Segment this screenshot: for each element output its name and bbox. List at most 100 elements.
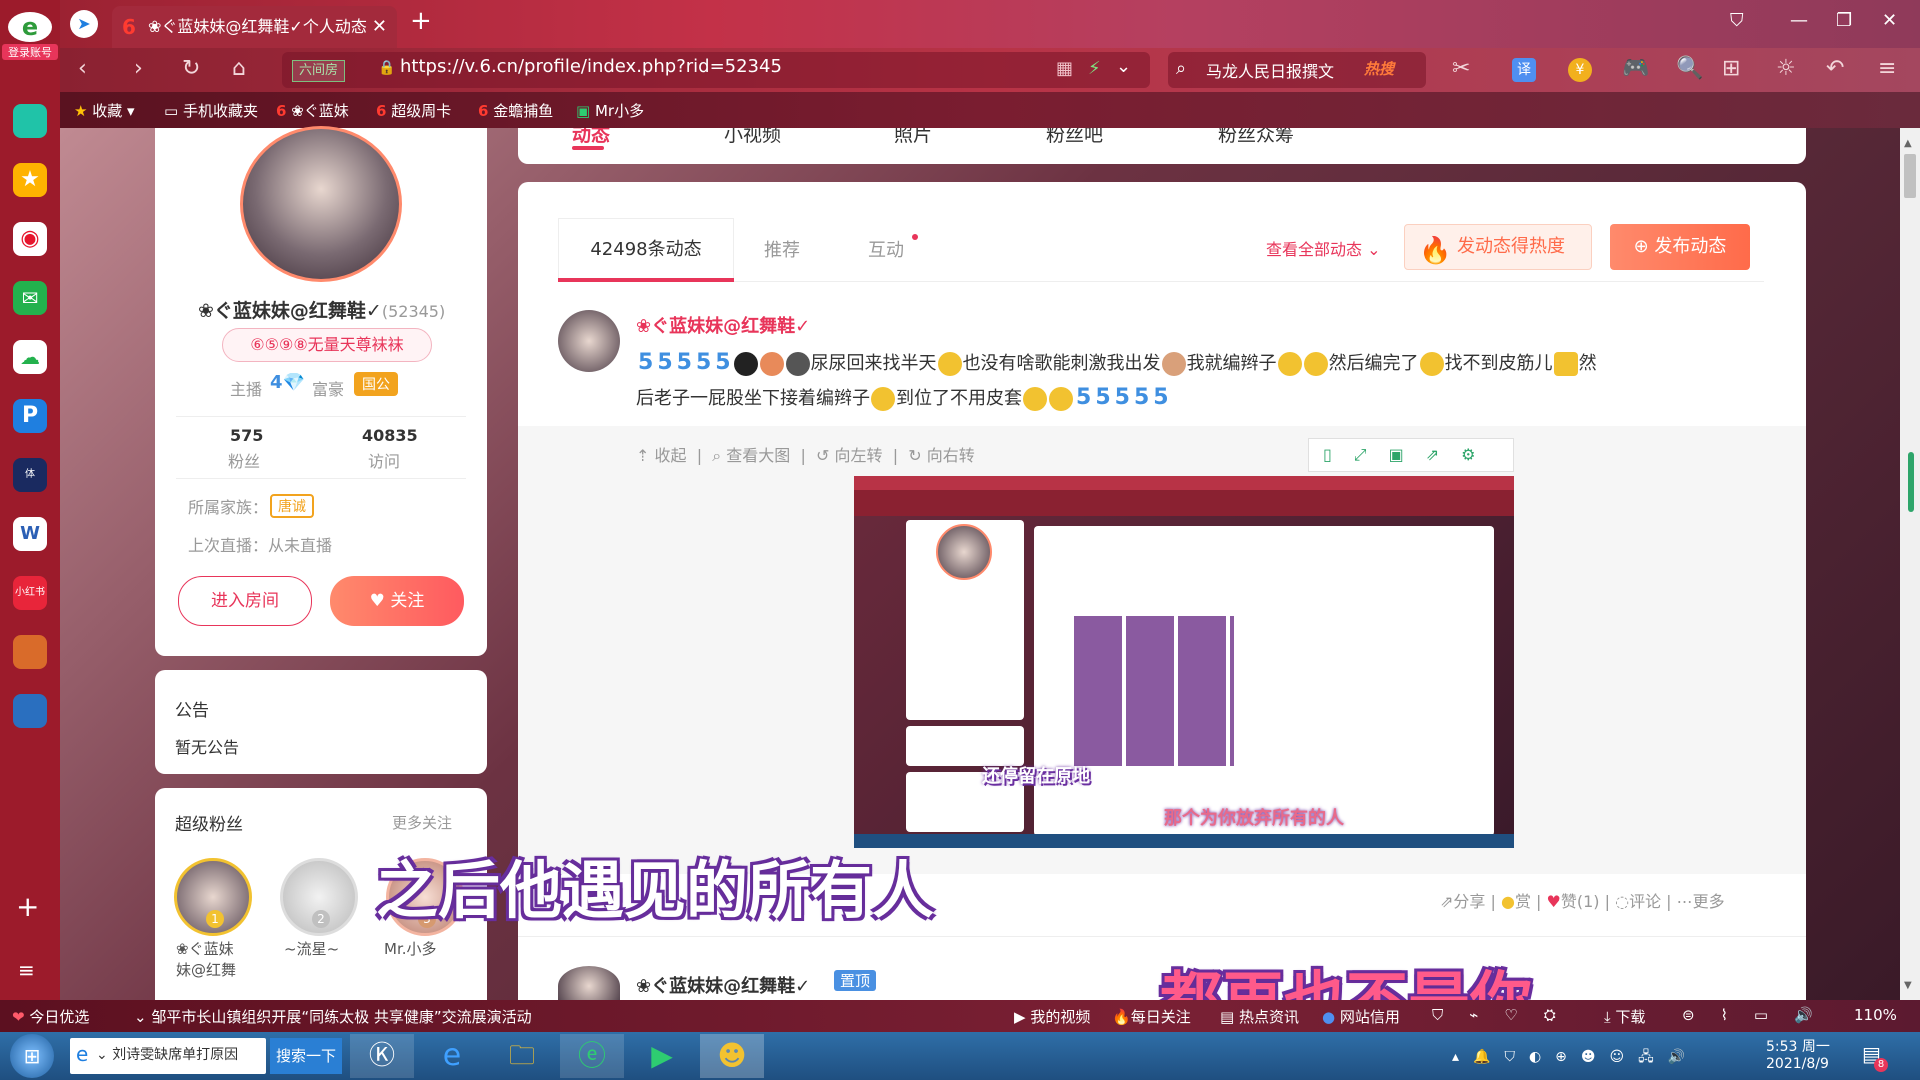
news-ticker[interactable]: ⌄ 邹平市长山镇组织开展“同练太极 共享健康”交流展演活动 <box>134 1006 532 1027</box>
post-author-avatar[interactable] <box>558 310 620 372</box>
taskbar-search-input[interactable]: ⌄ 刘诗雯缺席单打原因 <box>96 1044 238 1064</box>
forward-arrow-icon[interactable]: › <box>134 56 143 81</box>
enter-room-button[interactable]: 进入房间 <box>178 576 312 626</box>
profile-avatar[interactable] <box>240 126 402 282</box>
bookmark-profile[interactable]: 6 ❀ぐ蓝妹 <box>276 100 349 121</box>
pdf-p-icon[interactable]: P <box>13 399 47 433</box>
add-app-icon[interactable]: + <box>16 890 39 923</box>
zoom-level[interactable]: 110% <box>1854 1006 1897 1024</box>
home-icon[interactable]: ⌂ <box>232 56 246 81</box>
lightning-icon[interactable]: ⚡ <box>1088 58 1101 79</box>
bookmark-mr-xiaoduo[interactable]: ▣ Mr小多 <box>576 100 644 121</box>
superfan-name[interactable]: Mr.小多 <box>384 938 437 959</box>
menu-list-icon[interactable]: ≡ <box>18 958 35 982</box>
image-action-icons[interactable]: ▯⤢▣⇗⚙ <box>1308 438 1514 472</box>
post-author-name[interactable]: ❀ぐ蓝妹妹@红舞鞋✓ <box>636 972 810 998</box>
magnifier-icon[interactable]: 🔍 <box>1676 56 1703 81</box>
scissors-icon[interactable]: ✂ <box>1452 56 1470 81</box>
bookmark-mobile[interactable]: ▭ 手机收藏夹 <box>164 100 258 121</box>
sports-app-icon[interactable]: 体 <box>13 458 47 492</box>
app-plus-icon[interactable] <box>13 104 47 138</box>
browser-logo-icon[interactable]: e <box>8 12 52 42</box>
undo-icon[interactable]: ↶ <box>1826 56 1844 81</box>
nav-tab-dynamics[interactable]: 动态 <box>572 128 610 147</box>
page-scrollbar[interactable] <box>1900 128 1920 1000</box>
view-large-button[interactable]: ⌕ 查看大图 <box>712 446 790 465</box>
url-text[interactable]: https://v.6.cn/profile/index.php?rid=523… <box>400 56 782 77</box>
taskbar-ie[interactable]: e <box>420 1034 484 1078</box>
nav-tab-videos[interactable]: 小视频 <box>724 128 781 147</box>
mail-icon[interactable]: ✉ <box>13 281 47 315</box>
rotate-left-button[interactable]: ↺ 向左转 <box>816 446 883 465</box>
login-badge[interactable]: 登录账号 <box>2 44 58 60</box>
publish-button[interactable]: ⊕ 发布动态 <box>1610 224 1750 270</box>
clock-date[interactable]: 2021/8/9 <box>1766 1056 1829 1072</box>
minimize-button[interactable]: — <box>1790 10 1808 31</box>
site-credit-link[interactable]: ● 网站信用 <box>1322 1006 1400 1027</box>
fans-count[interactable]: 575 <box>230 426 263 445</box>
feed-tab-recommend[interactable]: 推荐 <box>764 236 800 262</box>
favorites-star-icon[interactable]: ★ <box>13 163 47 197</box>
clock-time[interactable]: 5:53 周一 <box>1766 1036 1830 1056</box>
share-button[interactable]: ⇗分享 <box>1440 892 1485 911</box>
back-arrow-icon[interactable]: ‹ <box>78 56 87 81</box>
like-button[interactable]: ♥赞(1) <box>1547 892 1600 911</box>
active-tab[interactable]: 6 ❀ぐ蓝妹妹@红舞鞋✓个人动态 ✕ <box>112 6 397 48</box>
post-author-name[interactable]: ❀ぐ蓝妹妹@红舞鞋✓ <box>636 312 810 338</box>
weibo-icon[interactable]: ◉ <box>13 222 47 256</box>
hamburger-menu-icon[interactable]: ≡ <box>1878 56 1896 81</box>
nav-tab-crowdfunding[interactable]: 粉丝众筹 <box>1218 128 1294 147</box>
bookmark-favorites[interactable]: ★ 收藏 ▾ <box>74 100 135 121</box>
translate-icon[interactable]: 译 <box>1512 58 1536 82</box>
taskbar-app-active[interactable]: ☻ <box>700 1034 764 1078</box>
shirt-skin-icon[interactable]: ⛉ <box>1730 10 1744 31</box>
start-button[interactable]: ⊞ <box>10 1034 54 1078</box>
system-tray-icons[interactable]: ▴🔔⛉◐⊕☻☺🖧🔊 <box>1452 1046 1699 1070</box>
taskbar-search-button[interactable]: 搜索一下 <box>270 1038 342 1074</box>
hot-post-button[interactable]: 🔥 发动态得热度 <box>1404 224 1592 270</box>
window-close-button[interactable]: ✕ <box>1882 10 1897 31</box>
scroll-down-icon[interactable]: ▼ <box>1904 980 1912 991</box>
word-icon[interactable]: W <box>13 517 47 551</box>
cloud-icon[interactable]: ☁ <box>13 340 47 374</box>
superfan-name[interactable]: ❀ぐ蓝妹 妹@红舞 <box>176 938 266 980</box>
taskbar-app-k[interactable]: Ⓚ <box>350 1034 414 1078</box>
reward-button[interactable]: ●赏 <box>1501 892 1531 911</box>
hot-news-link[interactable]: ▤ 热点资讯 <box>1220 1006 1299 1027</box>
status-tool-icons[interactable]: ⛉⌁♡⛭ <box>1432 1006 1582 1024</box>
hot-search-label[interactable]: 热搜 <box>1364 58 1394 79</box>
apps-grid-icon[interactable]: ⊞ <box>1722 56 1740 81</box>
brightness-icon[interactable]: ☼ <box>1776 56 1796 81</box>
new-tab-button[interactable]: + <box>410 6 432 36</box>
xiaohongshu-icon[interactable]: 小红书 <box>13 576 47 610</box>
restore-button[interactable]: ❐ <box>1836 10 1852 31</box>
tab-close-icon[interactable]: ✕ <box>372 6 387 48</box>
post-image[interactable]: 还停留在原地 那个为你放弃所有的人 <box>854 476 1514 848</box>
feed-tab-interact[interactable]: 互动 <box>868 236 904 262</box>
nav-tab-photos[interactable]: 照片 <box>894 128 932 147</box>
rotate-right-button[interactable]: ↻ 向右转 <box>908 446 975 465</box>
taskbar-browser[interactable]: ⓔ <box>560 1034 624 1078</box>
family-badge[interactable]: 唐诚 <box>270 494 314 518</box>
feed-tab-all[interactable]: 42498条动态 <box>558 218 734 282</box>
scrollbar-thumb[interactable] <box>1904 154 1916 198</box>
nav-tab-fanbar[interactable]: 粉丝吧 <box>1046 128 1103 147</box>
comment-button[interactable]: ◌评论 <box>1615 892 1661 911</box>
coupon-icon[interactable]: ¥ <box>1568 58 1592 82</box>
bookmark-weekly-card[interactable]: 6 超级周卡 <box>376 100 451 121</box>
side-scroll-indicator[interactable] <box>1908 452 1914 512</box>
follow-button[interactable]: ♥ 关注 <box>330 576 464 626</box>
game2-app-icon[interactable] <box>13 694 47 728</box>
collapse-button[interactable]: ⇡ 收起 <box>636 446 687 465</box>
more-button[interactable]: ⋯更多 <box>1677 892 1725 911</box>
navigation-compass-icon[interactable]: ➤ <box>70 10 98 38</box>
status-tool-icons[interactable]: ⊜⌇▭🔊 <box>1682 1006 1839 1024</box>
search-input[interactable]: 马龙人民日报撰文 <box>1206 58 1334 82</box>
daily-follow-link[interactable]: 🔥每日关注 <box>1112 1006 1191 1027</box>
taskbar-explorer-icon[interactable]: 🗀 <box>490 1034 554 1078</box>
today-picks[interactable]: ❤ 今日优选 <box>12 1006 89 1027</box>
download-button[interactable]: ⤓ 下载 <box>1604 1006 1645 1027</box>
bookmark-fishing[interactable]: 6 金蟾捕鱼 <box>478 100 553 121</box>
more-follows-link[interactable]: 更多关注 <box>392 812 452 833</box>
taskbar-player[interactable]: ▶ <box>630 1034 694 1078</box>
